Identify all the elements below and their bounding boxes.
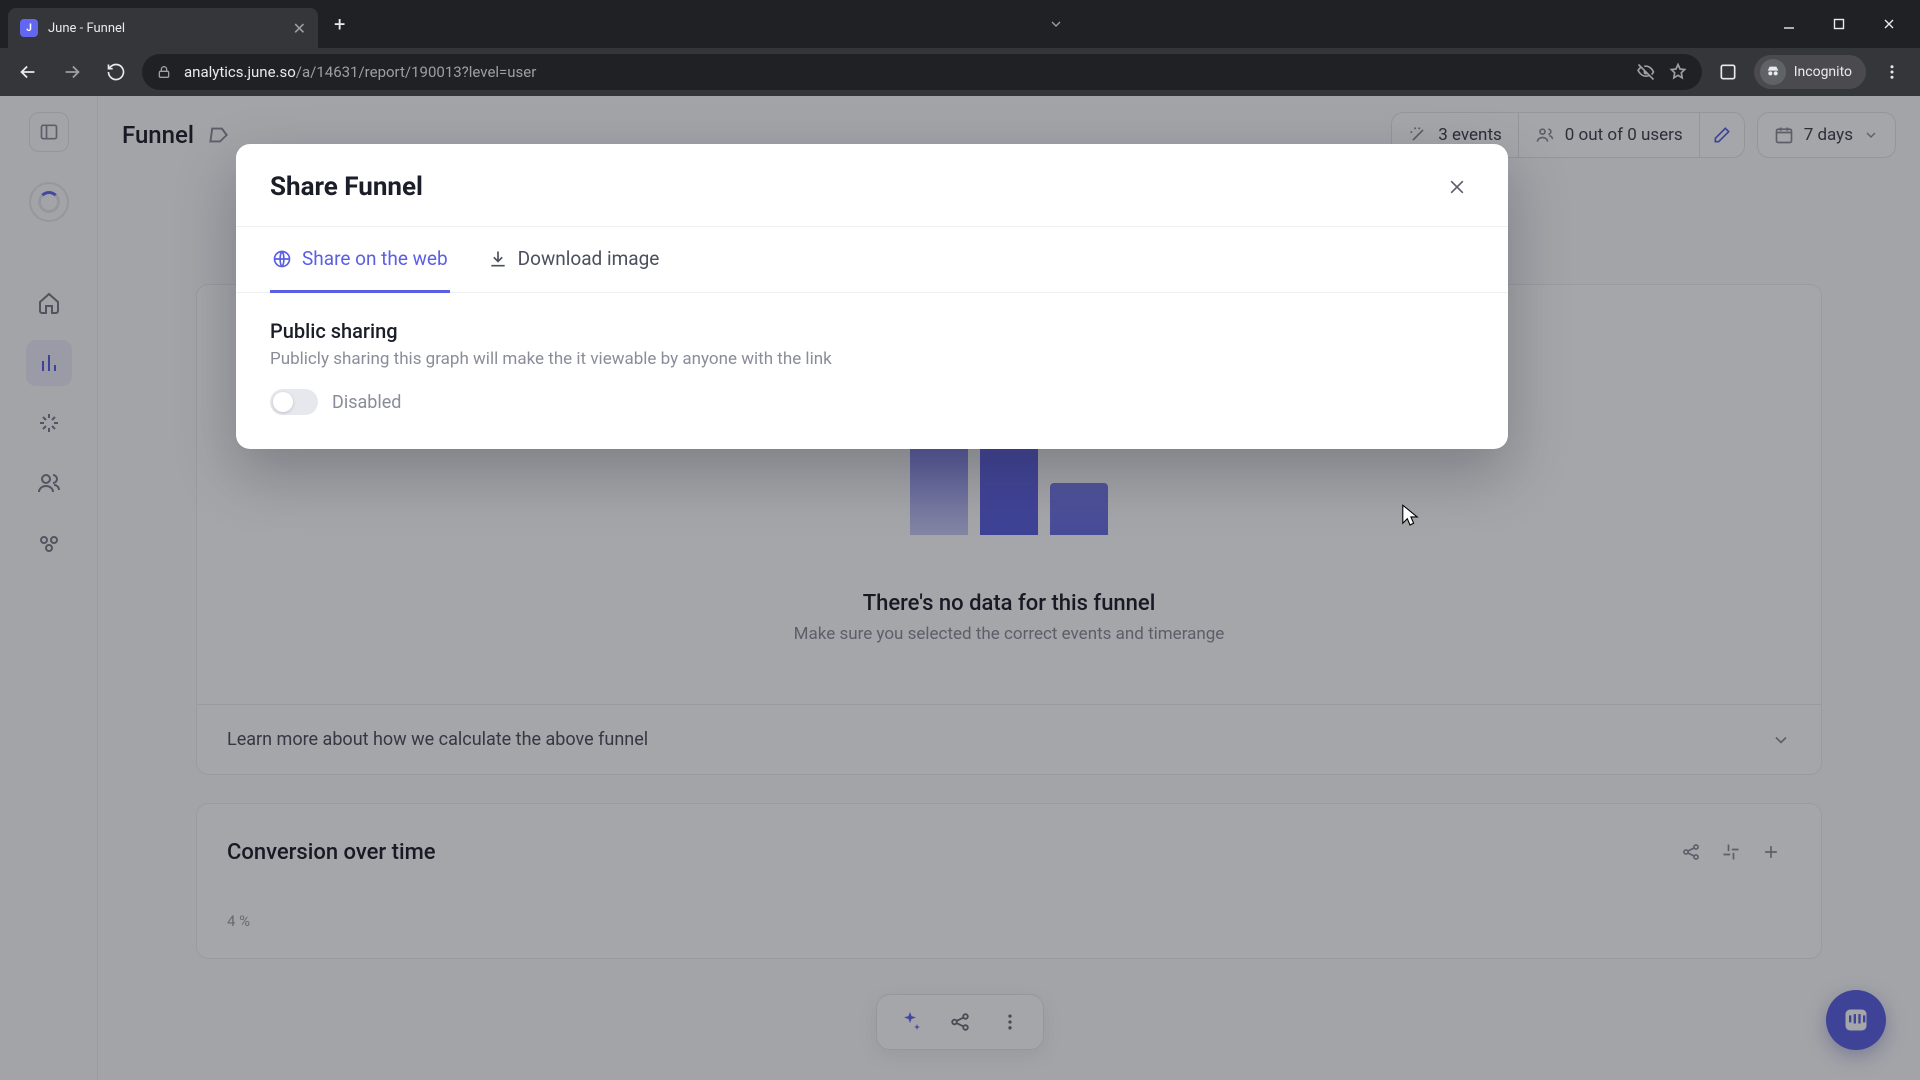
window-maximize-button[interactable] bbox=[1816, 8, 1862, 40]
browser-toolbar: analytics.june.so/a/14631/report/190013?… bbox=[0, 48, 1920, 96]
url-bar[interactable]: analytics.june.so/a/14631/report/190013?… bbox=[142, 54, 1702, 90]
window-minimize-button[interactable] bbox=[1766, 8, 1812, 40]
close-icon bbox=[1447, 177, 1467, 197]
public-sharing-description: Publicly sharing this graph will make th… bbox=[270, 349, 1474, 369]
new-tab-button[interactable]: + bbox=[334, 12, 345, 36]
public-sharing-heading: Public sharing bbox=[270, 319, 1474, 343]
modal-tabs: Share on the web Download image bbox=[236, 226, 1508, 293]
tab-download-image[interactable]: Download image bbox=[486, 227, 662, 293]
incognito-icon bbox=[1760, 59, 1786, 85]
window-close-button[interactable] bbox=[1866, 8, 1912, 40]
tab-share-web[interactable]: Share on the web bbox=[270, 227, 450, 293]
modal-title: Share Funnel bbox=[270, 172, 1440, 202]
share-modal: Share Funnel Share on the web Download i… bbox=[236, 144, 1508, 449]
url-text: analytics.june.so/a/14631/report/190013?… bbox=[184, 63, 1624, 81]
browser-tabstrip: J June - Funnel ✕ + bbox=[0, 0, 1920, 48]
incognito-label: Incognito bbox=[1794, 64, 1852, 80]
public-sharing-toggle[interactable] bbox=[270, 389, 318, 415]
tab-download-label: Download image bbox=[518, 247, 660, 270]
eye-off-icon[interactable] bbox=[1636, 62, 1656, 82]
nav-back-button[interactable] bbox=[10, 54, 46, 90]
browser-menu-button[interactable] bbox=[1874, 54, 1910, 90]
tabstrip-dropdown-icon[interactable] bbox=[1036, 16, 1076, 32]
tab-share-web-label: Share on the web bbox=[302, 247, 448, 270]
download-icon bbox=[488, 249, 508, 269]
nav-reload-button[interactable] bbox=[98, 54, 134, 90]
tab-title: June - Funnel bbox=[48, 21, 283, 36]
incognito-badge[interactable]: Incognito bbox=[1754, 55, 1866, 89]
extensions-button[interactable] bbox=[1710, 54, 1746, 90]
lock-icon bbox=[156, 64, 172, 80]
globe-icon bbox=[272, 249, 292, 269]
nav-forward-button[interactable] bbox=[54, 54, 90, 90]
modal-close-button[interactable] bbox=[1440, 170, 1474, 204]
browser-tab[interactable]: J June - Funnel ✕ bbox=[8, 8, 318, 48]
tab-favicon-icon: J bbox=[20, 19, 38, 37]
bookmark-star-icon[interactable] bbox=[1668, 62, 1688, 82]
toggle-state-label: Disabled bbox=[332, 392, 401, 413]
window-controls bbox=[1766, 8, 1920, 40]
app-viewport: Funnel 3 events 0 out of 0 users 7 days bbox=[0, 96, 1920, 1080]
tab-close-icon[interactable]: ✕ bbox=[293, 19, 306, 38]
